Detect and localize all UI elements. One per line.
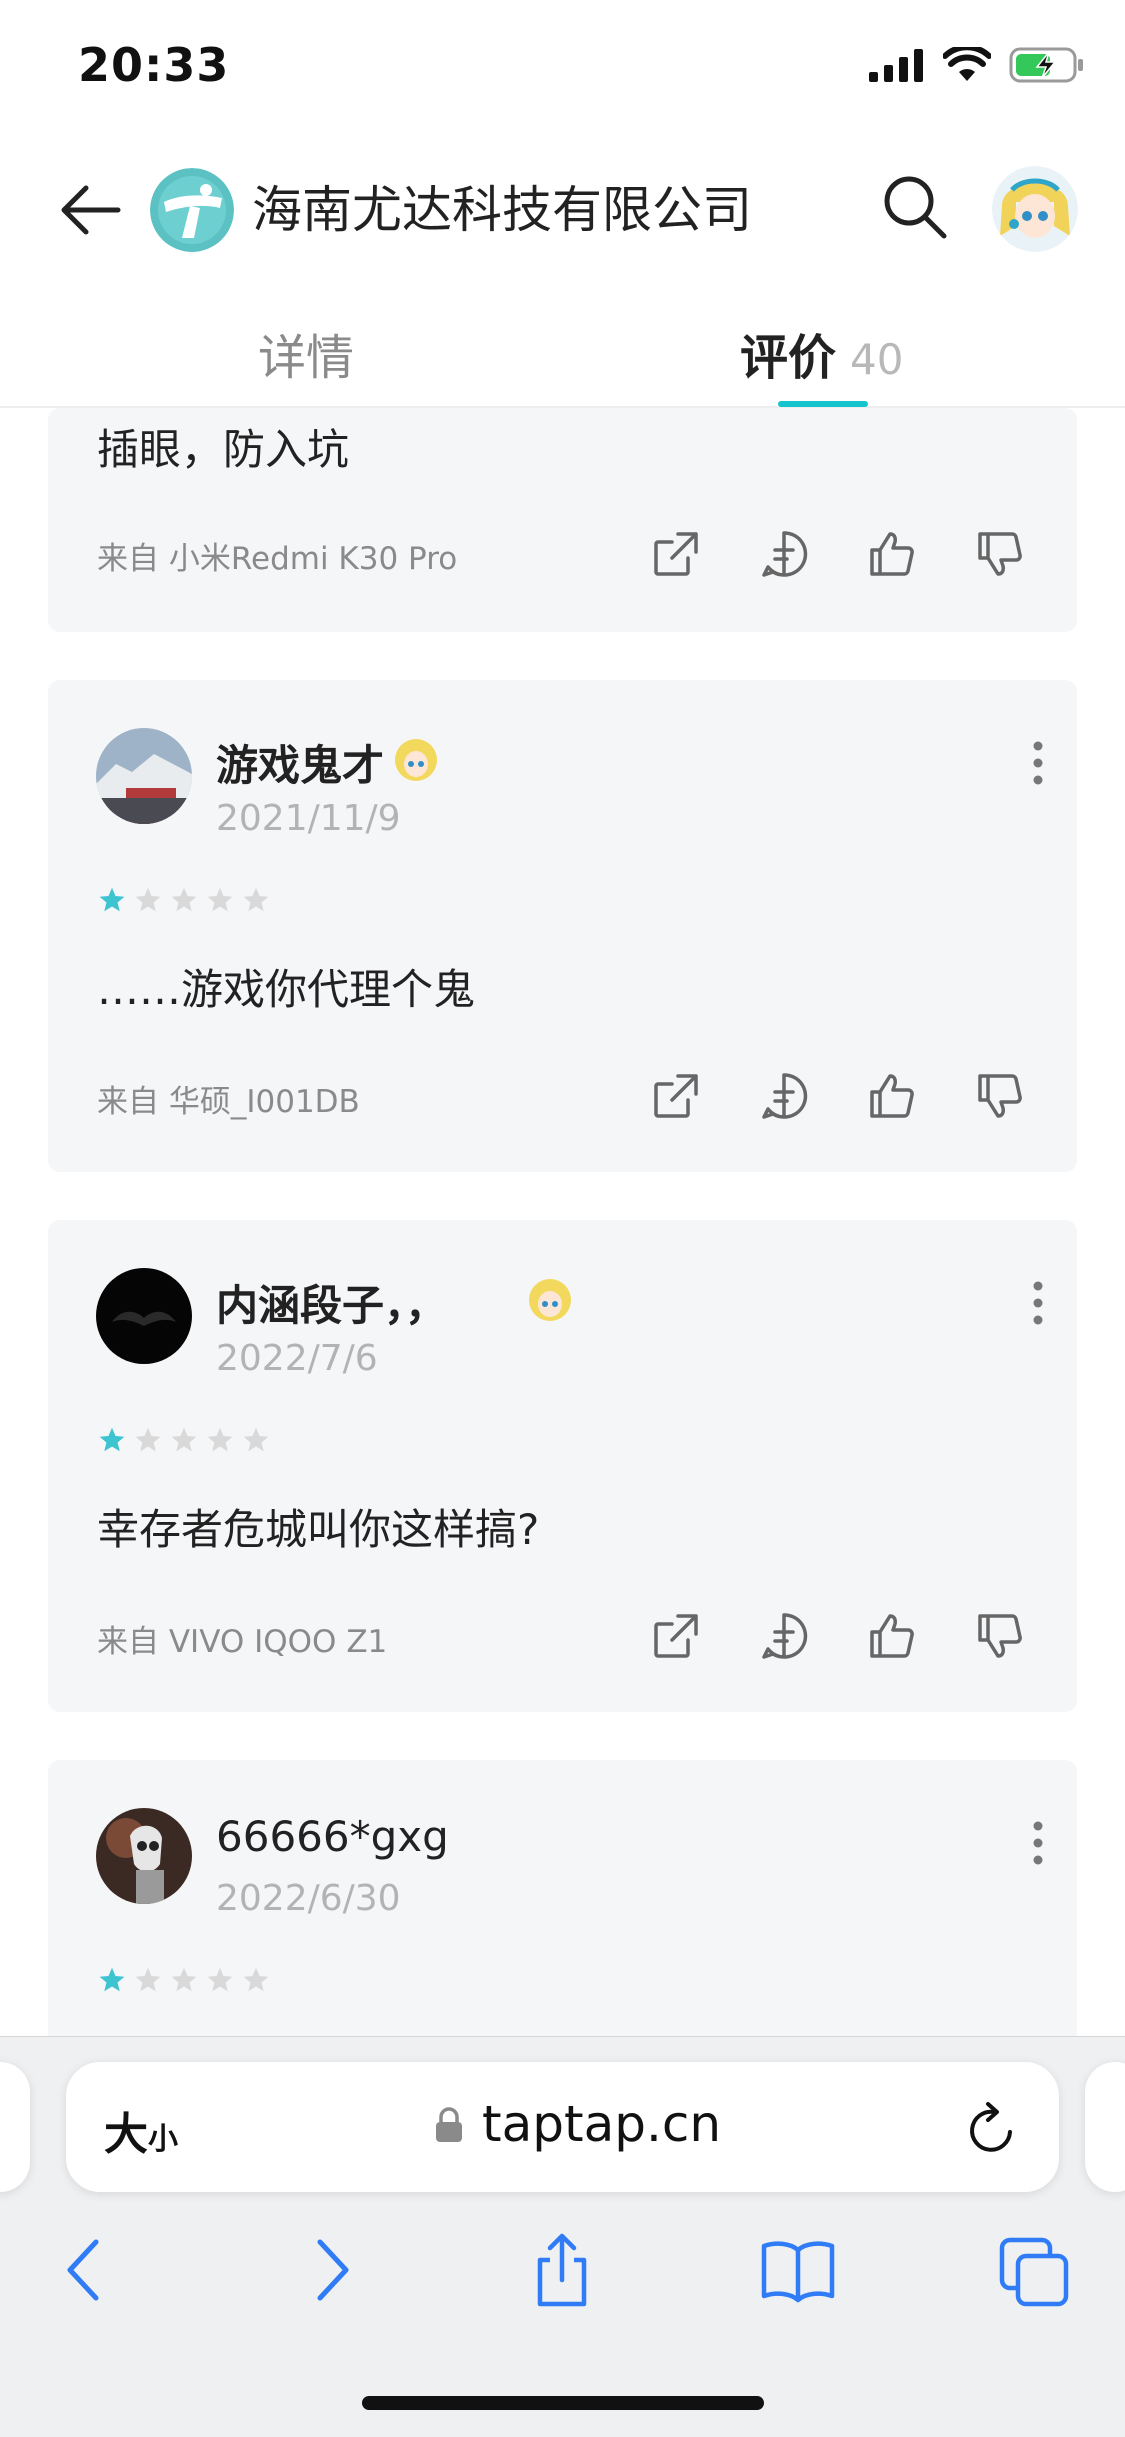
user-badge-icon <box>529 1279 571 1321</box>
review-card: 66666*gxg 2022/6/30 <box>48 1760 1077 2060</box>
review-count: 40 <box>850 335 904 384</box>
review-date: 2021/11/9 <box>216 798 401 839</box>
bookmarks-icon[interactable] <box>758 2230 838 2310</box>
star-empty-icon <box>207 1967 233 1992</box>
wifi-icon <box>943 47 991 81</box>
review-device: 来自 VIVO IQOO Z1 <box>97 1624 388 1660</box>
more-options-icon[interactable] <box>1028 1278 1048 1328</box>
share-icon[interactable] <box>650 1070 702 1122</box>
share-icon[interactable] <box>650 1610 702 1662</box>
review-date: 2022/7/6 <box>216 1338 378 1379</box>
thumbs-up-icon[interactable] <box>866 528 918 580</box>
star-filled-icon <box>99 1967 125 1992</box>
star-empty-icon <box>243 1427 269 1452</box>
star-rating <box>98 1966 270 1994</box>
star-empty-icon <box>243 887 269 912</box>
battery-charging-icon <box>1009 47 1083 83</box>
review-actions <box>650 528 1040 588</box>
developer-name: 海南尤达科技有限公司 <box>252 181 752 239</box>
tab-reviews[interactable]: 评价 40 <box>740 318 903 388</box>
comment-icon[interactable] <box>758 528 810 580</box>
avatar[interactable] <box>96 728 192 824</box>
status-icons <box>869 46 1085 84</box>
review-content: 插眼，防入坑 <box>97 425 350 474</box>
more-options-icon[interactable] <box>1028 738 1048 788</box>
text-size-large: 大 <box>104 2109 148 2160</box>
review-date: 2022/6/30 <box>216 1878 401 1919</box>
star-empty-icon <box>171 1967 197 1992</box>
forward-icon[interactable] <box>290 2230 370 2310</box>
review-username[interactable]: 66666*gxg <box>216 1812 449 1861</box>
thumbs-down-icon[interactable] <box>974 528 1026 580</box>
avatar[interactable] <box>96 1268 192 1364</box>
review-username[interactable]: 游戏鬼才 <box>216 732 384 793</box>
review-actions <box>650 1610 1040 1670</box>
star-empty-icon <box>243 1967 269 1992</box>
previous-tab-peek[interactable] <box>0 2062 30 2192</box>
star-empty-icon <box>207 1427 233 1452</box>
star-empty-icon <box>135 1427 161 1452</box>
text-size-button[interactable]: 大小 <box>104 2098 178 2162</box>
tabs-icon[interactable] <box>994 2230 1074 2310</box>
star-filled-icon <box>99 887 125 912</box>
star-empty-icon <box>207 887 233 912</box>
review-card: 内涵段子，， 2022/7/6 幸存者危城叫你这样搞? 来自 VIVO IQOO… <box>48 1220 1077 1712</box>
comment-icon[interactable] <box>758 1070 810 1122</box>
review-device: 来自 小米Redmi K30 Pro <box>97 541 458 577</box>
review-content: ……游戏你代理个鬼 <box>97 965 476 1014</box>
thumbs-up-icon[interactable] <box>866 1610 918 1662</box>
share-sheet-icon[interactable] <box>522 2230 602 2310</box>
back-icon[interactable] <box>46 2230 126 2310</box>
user-badge-icon <box>395 739 437 781</box>
thumbs-up-icon[interactable] <box>866 1070 918 1122</box>
next-tab-peek[interactable] <box>1085 2062 1125 2192</box>
lock-icon <box>436 2107 462 2142</box>
home-indicator <box>362 2396 764 2410</box>
tab-bar <box>0 300 1125 408</box>
search-icon[interactable] <box>880 172 950 242</box>
review-card: 游戏鬼才 2021/11/9 ……游戏你代理个鬼 来自 华硕_I001DB <box>48 680 1077 1172</box>
tab-reviews-label: 评价 <box>740 330 837 386</box>
review-username[interactable]: 内涵段子，， <box>216 1272 447 1333</box>
avatar[interactable] <box>96 1808 192 1904</box>
more-options-icon[interactable] <box>1028 1818 1048 1868</box>
review-content: 幸存者危城叫你这样搞? <box>97 1505 540 1554</box>
star-rating <box>98 886 270 914</box>
thumbs-down-icon[interactable] <box>974 1610 1026 1662</box>
thumbs-down-icon[interactable] <box>974 1070 1026 1122</box>
star-rating <box>98 1426 270 1454</box>
star-empty-icon <box>171 1427 197 1452</box>
user-avatar[interactable] <box>992 166 1078 252</box>
star-empty-icon <box>171 887 197 912</box>
review-card: 插眼，防入坑 来自 小米Redmi K30 Pro <box>48 408 1077 632</box>
back-arrow-icon[interactable] <box>56 180 126 240</box>
star-empty-icon <box>135 887 161 912</box>
review-device: 来自 华硕_I001DB <box>97 1084 360 1120</box>
reload-icon[interactable] <box>964 2098 1020 2158</box>
developer-logo <box>150 168 234 252</box>
status-time: 20:33 <box>78 38 230 92</box>
tab-detail[interactable]: 详情 <box>258 318 354 388</box>
signal-icon <box>869 49 923 82</box>
star-empty-icon <box>135 1967 161 1992</box>
active-tab-indicator <box>778 401 868 407</box>
share-icon[interactable] <box>650 528 702 580</box>
review-actions <box>650 1070 1040 1130</box>
url-text[interactable]: taptap.cn <box>482 2095 721 2153</box>
text-size-small: 小 <box>148 2122 178 2157</box>
comment-icon[interactable] <box>758 1610 810 1662</box>
star-filled-icon <box>99 1427 125 1452</box>
